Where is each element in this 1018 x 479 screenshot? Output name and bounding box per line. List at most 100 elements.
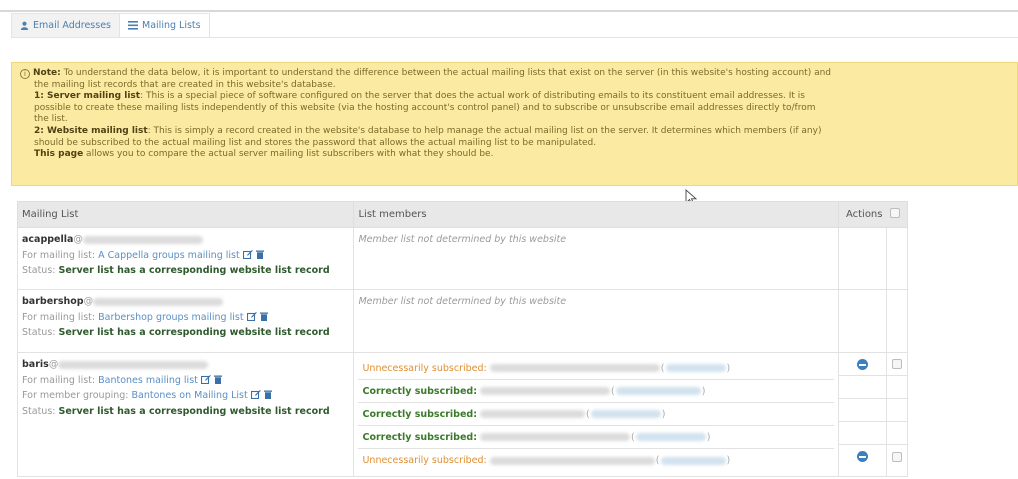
redacted-name <box>489 364 660 372</box>
redacted-domain <box>93 297 224 306</box>
unsubscribe-icon[interactable] <box>856 451 868 462</box>
action-row <box>839 353 886 376</box>
tab-label: Mailing Lists <box>142 20 201 31</box>
trash-icon[interactable] <box>259 312 268 321</box>
note-text: To understand the data below, it is impo… <box>60 68 832 78</box>
row-checkbox[interactable] <box>891 451 902 462</box>
list-name: baris <box>22 359 49 370</box>
list-name: acappella <box>22 234 74 245</box>
edit-icon[interactable] <box>246 311 257 321</box>
header-list-members[interactable]: List members <box>353 201 839 228</box>
redacted-email <box>615 387 701 395</box>
select-cell <box>885 289 909 353</box>
note-line: 1: Server mailing list: This is a specia… <box>20 91 1009 103</box>
actions-cell <box>838 227 887 290</box>
paren: ) <box>701 385 706 397</box>
mailing-list-link[interactable]: A Cappella groups mailing list <box>98 250 240 261</box>
at-sign: @ <box>83 296 94 307</box>
paren: ) <box>661 408 666 420</box>
list-name: barbershop <box>22 296 84 307</box>
note-line: should be subscribed to the actual maili… <box>20 138 1009 150</box>
subscription-state: Correctly subscribed: <box>362 431 477 443</box>
note-text: : This is simply a record created in the… <box>147 125 822 136</box>
list-members-cell: Member list not determined by this websi… <box>353 289 839 353</box>
action-row <box>839 445 886 468</box>
status-value: Server list has a corresponding website … <box>58 265 330 276</box>
tab-email-addresses[interactable]: Email Addresses <box>11 13 121 37</box>
info-note: i Note: To understand the data below, it … <box>11 62 1018 186</box>
note-bold: Note: <box>33 68 61 78</box>
subscription-state: Unnecessarily subscribed: <box>362 455 487 466</box>
redacted-email <box>660 456 726 465</box>
action-row <box>839 399 886 422</box>
edit-icon[interactable] <box>250 390 261 399</box>
note-text: the mailing list records that are create… <box>34 79 336 90</box>
edit-icon[interactable] <box>242 249 253 259</box>
paren: ( <box>631 431 635 443</box>
select-all-checkbox[interactable] <box>890 208 901 218</box>
redacted-email <box>665 364 726 372</box>
redacted-name <box>480 410 586 418</box>
redacted-name <box>480 433 631 441</box>
select-cell <box>885 352 909 477</box>
row-checkbox[interactable] <box>891 359 902 369</box>
mailing-list-cell: acappella@ For mailing list: A Cappella … <box>16 227 355 290</box>
paren: ) <box>706 431 711 443</box>
grouping-label: For member grouping: <box>22 390 129 401</box>
note-text: the list. <box>34 114 68 125</box>
select-cell <box>885 227 909 290</box>
note-text: should be subscribed to the actual maili… <box>34 137 597 148</box>
header-actions: Actions <box>838 201 887 228</box>
select-row <box>886 399 907 422</box>
tab-mailing-lists[interactable]: Mailing Lists <box>120 13 210 37</box>
paren: ) <box>726 362 731 374</box>
tabs-underline <box>11 37 1018 38</box>
top-divider <box>0 10 1018 12</box>
unsubscribe-icon[interactable] <box>856 358 868 370</box>
select-row <box>886 376 907 399</box>
note-line: the mailing list records that are create… <box>20 80 1009 92</box>
edit-icon[interactable] <box>200 374 211 384</box>
header-mailing-list[interactable]: Mailing List <box>16 201 355 228</box>
user-icon <box>20 21 29 30</box>
mailing-list-cell: baris@ For mailing list: Bantones mailin… <box>16 352 355 477</box>
info-icon: i <box>20 69 30 79</box>
for-label: For mailing list: <box>22 374 96 386</box>
paren: ( <box>611 385 615 397</box>
at-sign: @ <box>73 234 83 245</box>
note-line: possible to create these mailing lists i… <box>20 103 1009 115</box>
mailing-list-link[interactable]: Bantones mailing list <box>98 375 198 386</box>
status-label: Status: <box>22 265 56 276</box>
note-bold: 1: Server mailing list <box>34 91 141 102</box>
paren: ( <box>655 455 660 466</box>
note-line: i Note: To understand the data below, it … <box>20 68 1009 80</box>
paren: ( <box>660 362 665 374</box>
at-sign: @ <box>48 359 59 370</box>
select-row <box>887 445 907 468</box>
member-grouping-link[interactable]: Bantones on Mailing List <box>132 390 248 401</box>
select-row <box>886 353 907 376</box>
subscription-state: Unnecessarily subscribed: <box>362 362 487 374</box>
mailing-list-table: Mailing List List members Actions acappe… <box>16 201 909 477</box>
members-note: Member list not determined by this websi… <box>358 296 567 307</box>
paren: ( <box>586 408 590 420</box>
status-label: Status: <box>22 327 56 338</box>
mailing-list-link[interactable]: Barbershop groups mailing list <box>98 312 243 323</box>
redacted-email <box>635 433 706 441</box>
trash-icon[interactable] <box>263 390 272 399</box>
note-text: : This is a special piece of software co… <box>140 91 805 102</box>
header-select-all <box>886 201 909 228</box>
actions-cell <box>838 352 887 477</box>
action-row <box>839 422 886 445</box>
status-value: Server list has a corresponding website … <box>58 405 330 417</box>
actions-cell <box>838 289 887 353</box>
note-line: This page allows you to compare the actu… <box>20 149 1009 161</box>
trash-icon[interactable] <box>213 375 222 384</box>
table-header-row: Mailing List List members Actions <box>16 201 909 228</box>
for-label: For mailing list: <box>22 311 96 323</box>
subscription-state: Correctly subscribed: <box>362 408 477 420</box>
member-row: Unnecessarily subscribed: () <box>358 357 834 380</box>
subscription-state: Correctly subscribed: <box>362 385 477 397</box>
trash-icon[interactable] <box>255 250 264 259</box>
select-row <box>886 422 907 445</box>
